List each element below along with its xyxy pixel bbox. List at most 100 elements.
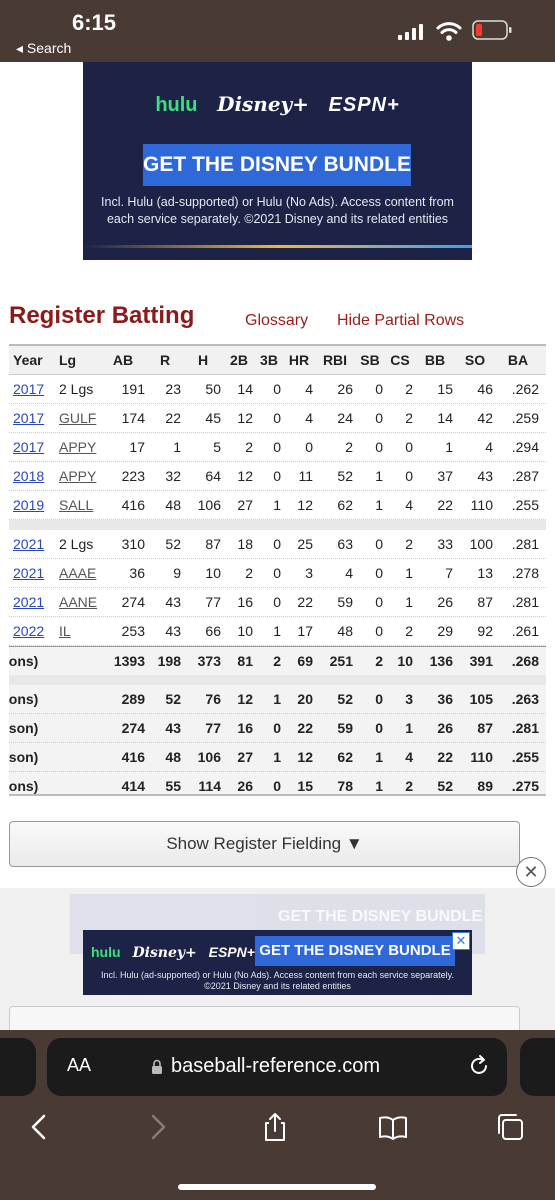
close-icon[interactable]: ✕ <box>516 857 546 887</box>
cell-league[interactable]: SALL <box>55 491 97 520</box>
ad-cta-button[interactable]: GET THE DISNEY BUNDLE <box>143 144 411 186</box>
forward-arrow-icon[interactable] <box>143 1112 173 1142</box>
cell-triples: 1 <box>273 623 281 639</box>
cell-triples: 0 <box>273 778 281 794</box>
hide-partial-rows-link[interactable]: Hide Partial Rows <box>337 312 464 330</box>
cell-year[interactable]: 2018 <box>9 462 47 491</box>
summary-row: sons) 414 55 114 26 0 15 78 1 2 52 89 .275 <box>9 772 546 794</box>
cell-year[interactable]: 2021 <box>9 530 47 559</box>
column-header-caught-stealing[interactable]: CS <box>387 346 413 375</box>
column-header-hits[interactable]: H <box>185 346 221 375</box>
cell-year[interactable]: 2017 <box>9 433 47 462</box>
cell-year[interactable]: 2017 <box>9 404 47 433</box>
tabs-icon[interactable] <box>495 1112 525 1142</box>
cell-league[interactable]: APPY <box>55 462 97 491</box>
column-header-year[interactable]: Year <box>9 346 47 375</box>
cell-doubles: 16 <box>237 720 253 736</box>
cell-league[interactable]: AAAE <box>55 559 97 588</box>
ad-close-icon[interactable]: ✕ <box>452 932 470 950</box>
previous-tab-edge[interactable] <box>0 1038 36 1096</box>
summary-row: ason) 416 48 106 27 1 12 62 1 4 22 110 .255 <box>9 743 546 772</box>
cell-year[interactable]: 2022 <box>9 617 47 646</box>
reader-options-button[interactable]: AA <box>67 1055 91 1076</box>
table-row: 2018 APPY 223 32 64 12 0 11 52 1 0 37 43 .287 <box>9 462 546 491</box>
back-arrow-icon[interactable] <box>24 1112 54 1142</box>
column-header-doubles[interactable]: 2B <box>225 346 253 375</box>
cell-strikeouts: 46 <box>477 381 493 397</box>
address-bar[interactable]: AA baseball-reference.com <box>47 1038 507 1096</box>
column-header-rbi[interactable]: RBI <box>317 346 353 375</box>
back-to-search-link[interactable]: ◂ Search <box>16 40 71 57</box>
disney-bundle-ad[interactable]: hulu Disney+ ESPN+ GET THE DISNEY BUNDLE… <box>83 62 472 260</box>
cell-strikeouts: 110 <box>470 749 493 765</box>
cell-hits: 106 <box>197 497 221 513</box>
bookmarks-icon[interactable] <box>378 1112 408 1142</box>
cell-at-bats: 274 <box>121 720 145 736</box>
column-header-walks[interactable]: BB <box>417 346 453 375</box>
signal-icon <box>398 24 423 40</box>
cell-year[interactable]: 2021 <box>9 588 47 617</box>
column-header-batting-avg[interactable]: BA <box>497 346 539 375</box>
cell-caught-stealing: 3 <box>405 691 413 707</box>
cell-at-bats: 414 <box>121 778 145 794</box>
next-tab-edge[interactable] <box>520 1038 555 1096</box>
totals-gap-row <box>9 675 546 685</box>
column-header-triples[interactable]: 3B <box>257 346 281 375</box>
table-header-row: Year Lg AB R H 2B 3B HR RBI SB CS BB SO BA <box>9 346 546 375</box>
cell-league[interactable]: IL <box>55 617 97 646</box>
table-row: 2021 AAAE 36 9 10 2 0 3 4 0 1 7 13 .278 <box>9 559 546 588</box>
cell-runs: 48 <box>165 749 181 765</box>
cell-hits: 77 <box>205 594 221 610</box>
cell-home-runs: 4 <box>305 410 313 426</box>
table-row: 2021 2 Lgs 310 52 87 18 0 25 63 0 2 33 100 .281 <box>9 530 546 559</box>
cell-strikeouts: 92 <box>477 623 493 639</box>
cell-league[interactable]: AANE <box>55 588 97 617</box>
status-time: 6:15 <box>72 10 117 35</box>
share-icon[interactable] <box>260 1112 290 1142</box>
reload-icon[interactable] <box>467 1054 491 1078</box>
cell-rbi: 52 <box>337 691 353 707</box>
cell-caught-stealing: 1 <box>405 594 413 610</box>
cell-league[interactable]: GULF <box>55 404 97 433</box>
cell-strikeouts: 110 <box>470 497 493 513</box>
status-bar: 6:15 ◂ Search <box>0 0 555 62</box>
cell-year[interactable]: 2017 <box>9 375 47 404</box>
cell-hits: 64 <box>205 468 221 484</box>
cell-year[interactable]: 2021 <box>9 559 47 588</box>
cell-doubles: 12 <box>237 410 253 426</box>
cell-caught-stealing: 2 <box>405 778 413 794</box>
row-label: sons) <box>9 653 39 669</box>
cell-strikeouts: 89 <box>477 778 493 794</box>
column-header-strikeouts[interactable]: SO <box>457 346 493 375</box>
cell-year[interactable]: 2019 <box>9 491 47 520</box>
column-header-runs[interactable]: R <box>149 346 181 375</box>
cell-walks: 36 <box>437 691 453 707</box>
glossary-link[interactable]: Glossary <box>245 312 308 330</box>
cell-doubles: 81 <box>237 653 253 669</box>
show-register-fielding-button[interactable]: Show Register Fielding ▼ <box>9 821 520 867</box>
row-label: sons) <box>9 778 39 794</box>
cell-stolen-bases: 1 <box>375 497 383 513</box>
column-header-at-bats[interactable]: AB <box>101 346 145 375</box>
cell-league[interactable]: APPY <box>55 433 97 462</box>
column-header-stolen-bases[interactable]: SB <box>357 346 383 375</box>
column-header-home-runs[interactable]: HR <box>285 346 313 375</box>
cell-caught-stealing: 2 <box>405 381 413 397</box>
cell-stolen-bases: 0 <box>375 381 383 397</box>
table-row: 2022 IL 253 43 66 10 1 17 48 0 2 29 92 .261 <box>9 617 546 646</box>
cell-hits: 373 <box>197 653 221 669</box>
cell-at-bats: 310 <box>121 536 145 552</box>
cell-runs: 43 <box>165 594 181 610</box>
cell-runs: 52 <box>165 691 181 707</box>
cell-hits: 77 <box>205 720 221 736</box>
url-text[interactable]: baseball-reference.com <box>171 1055 380 1078</box>
banner-ad-cta-button[interactable]: GET THE DISNEY BUNDLE <box>255 936 455 966</box>
cell-triples: 0 <box>273 381 281 397</box>
cell-runs: 23 <box>165 381 181 397</box>
cell-caught-stealing: 2 <box>405 623 413 639</box>
cell-home-runs: 0 <box>305 439 313 455</box>
disney-bundle-banner-ad[interactable]: hulu Disney+ ESPN+ GET THE DISNEY BUNDLE… <box>83 930 472 995</box>
cell-caught-stealing: 0 <box>405 468 413 484</box>
section-title: Register Batting <box>9 302 195 329</box>
column-header-league[interactable]: Lg <box>55 346 97 375</box>
